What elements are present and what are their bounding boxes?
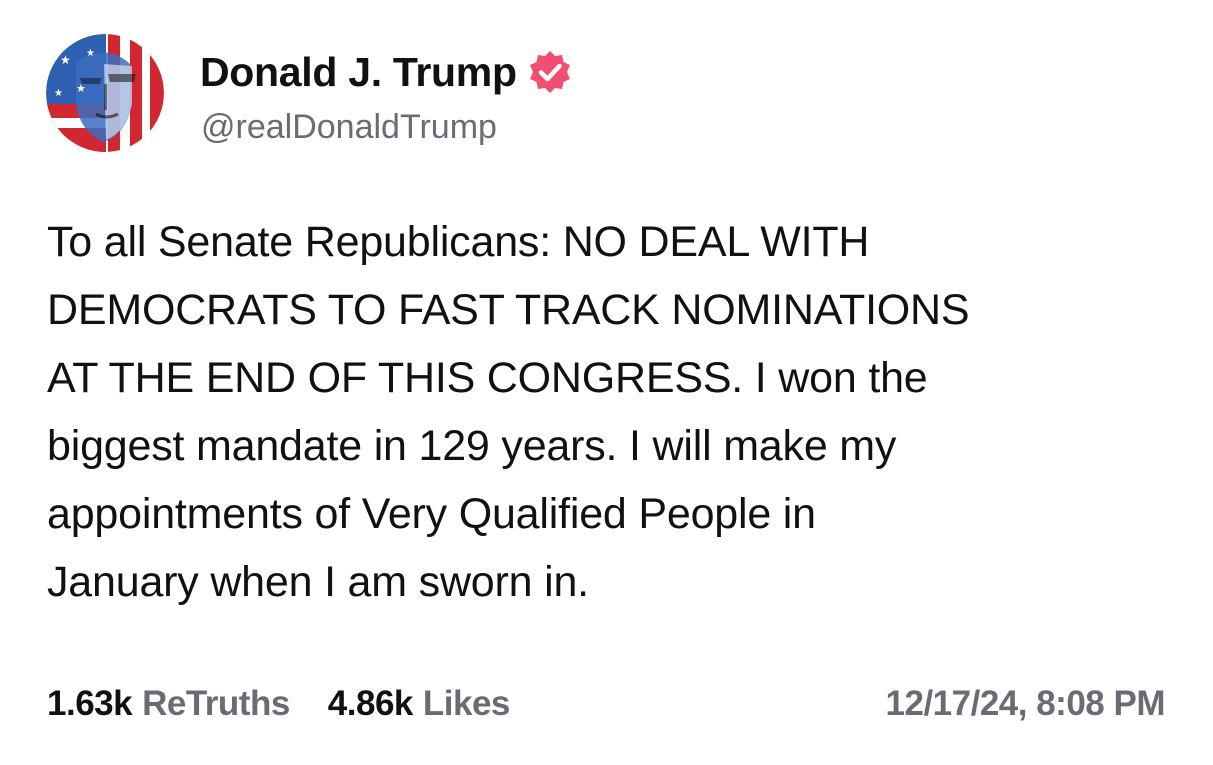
avatar-image: ★ ★ ★ ★ [46,34,164,152]
author-display-name[interactable]: Donald J. Trump [200,49,517,96]
avatar[interactable]: ★ ★ ★ ★ [46,34,164,152]
likes-count: 4.86k [327,684,414,723]
post-timestamp[interactable]: 12/17/24, 8:08 PM [886,684,1166,724]
verified-check-icon [527,49,573,95]
post-footer: 1.63k ReTruths 4.86k Likes 12/17/24, 8:0… [47,680,1166,728]
author-name-row: Donald J. Trump [200,46,573,98]
likes-label: Likes [422,684,511,723]
svg-text:★: ★ [54,88,63,99]
svg-text:★: ★ [76,82,86,95]
retruths-count: 1.63k [47,684,133,723]
retruths-stat[interactable]: 1.63k ReTruths [47,684,290,724]
author-handle[interactable]: @realDonaldTrump [201,108,497,147]
post-body-text: To all Senate Republicans: NO DEAL WITH … [47,218,970,606]
retruths-label: ReTruths [142,684,290,723]
post-card: ★ ★ ★ ★ Donald J. Trump @realDonaldTrump… [0,0,1213,765]
svg-text:★: ★ [86,48,95,59]
svg-text:★: ★ [60,53,71,67]
likes-stat[interactable]: 4.86k Likes [327,684,511,724]
